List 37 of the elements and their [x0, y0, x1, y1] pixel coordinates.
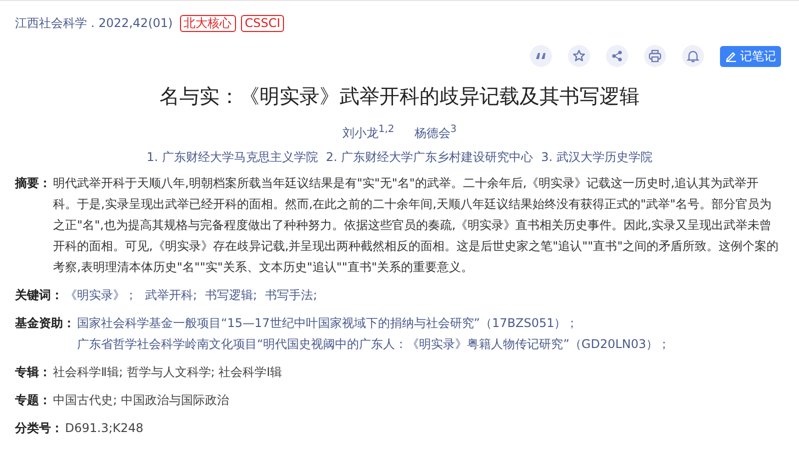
index-tag: CSSCI — [240, 14, 284, 32]
affiliation-link[interactable]: 1. 广东财经大学马克思主义学院 — [146, 149, 318, 166]
quote-icon — [535, 50, 547, 62]
author-link[interactable]: 杨德会$^{3}$ — [414, 124, 457, 142]
article-title: 名与实：《明实录》武举开科的歧异记载及其书写逻辑 — [158, 83, 640, 110]
abstract-text: 明代武举开科于天顺八年,明朝档案所载当年廷议结果是有"实"无"名"的武举。二十余年后,《明实录》记载这一历史时,追认其为武举开科。于是,实录呈现出武举已经开科的面相。然而,在此之前的二十余年间,天顺八年廷议结果始终没有获得正式的"武举"名号。部分官员为之正"名",也为提高其规格与完备程度做出了种种努力。依据这些官员的奏疏,《明实录》直书相关历史事件。因此,实录又呈现出武举未曾开科的面相。可见,《明实录》存在歧异记载,并呈现出两种截然相反的面相。这是后世史家之笔"追认""直书"之间的矛盾所致。这例个案的考察,表明理清本体历史"名""实"关系、文本历史"追认""直书"关系的重要意义。 — [53, 175, 780, 276]
affiliation-link[interactable]: 3. 武汉大学历史学院 — [541, 149, 652, 166]
keyword-link[interactable]: 武举开科; — [145, 285, 198, 306]
printer-icon — [648, 49, 662, 63]
keyword-link[interactable]: 《明实录》； — [65, 285, 137, 306]
fund-link[interactable]: 国家社会科学基金一般项目“15—17世纪中叶国家视域下的捐纳与社会研究”（17BZS051）； — [77, 313, 578, 334]
field-label: 分类号： — [15, 420, 63, 437]
share-button[interactable] — [606, 45, 628, 67]
print-button[interactable] — [644, 45, 666, 67]
funds-label: 基金资助： — [15, 315, 75, 332]
field-label: 专辑： — [15, 364, 51, 381]
keyword-link[interactable]: 书写手法; — [265, 285, 318, 306]
index-tag: 北大核心 — [180, 14, 236, 32]
fund-link[interactable]: 广东省哲学社会科学岭南文化项目“明代国史视阈中的广东人：《明实录》粤籍人物传记研究”（GD20LN03）； — [77, 334, 670, 355]
journal-citation[interactable]: 江西社会科学 . 2022,42(01) — [15, 14, 173, 32]
pencil-icon — [725, 50, 737, 62]
abstract-label: 摘要： — [15, 175, 51, 192]
field-value: 社会科学Ⅱ辑; 哲学与人文科学; 社会科学Ⅰ辑 — [53, 364, 282, 381]
quote-button[interactable] — [530, 45, 552, 67]
share-icon — [611, 50, 623, 62]
affiliation-link[interactable]: 2. 广东财经大学广东乡村建设研究中心 — [326, 149, 534, 166]
keyword-link[interactable]: 书写逻辑; — [205, 285, 258, 306]
field-value: D691.3;K248 — [65, 420, 144, 437]
bell-icon — [686, 49, 700, 63]
field-value: 中国古代史; 中国政治与国际政治 — [53, 392, 229, 409]
author-link[interactable]: 刘小龙$^{1,2}$ — [342, 124, 394, 142]
notification-button[interactable] — [682, 45, 704, 67]
note-button[interactable]: 记笔记 — [720, 46, 781, 66]
star-icon — [572, 49, 586, 63]
keywords-label: 关键词： — [15, 287, 63, 304]
favorite-button[interactable] — [568, 45, 590, 67]
field-label: 专题： — [15, 392, 51, 409]
